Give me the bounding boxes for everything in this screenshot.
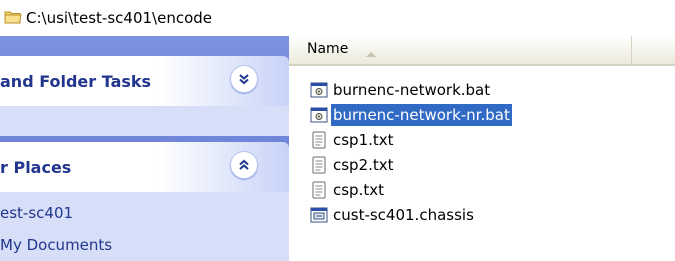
collapse-places-button[interactable] (230, 151, 258, 179)
name-column-label: Name (307, 41, 349, 57)
double-chevron-down-icon (239, 74, 249, 85)
file-name[interactable]: burnenc-network-nr.bat (331, 104, 512, 126)
address-path[interactable]: C:\usi\test-sc401\encode (26, 8, 212, 28)
place-link-my-documents[interactable]: My Documents (0, 236, 112, 254)
file-name[interactable]: csp2.txt (331, 154, 396, 176)
file-row[interactable]: csp2.txt (310, 154, 396, 176)
next-column-header[interactable] (632, 36, 675, 64)
file-row[interactable]: burnenc-network.bat (310, 79, 492, 101)
text-file-icon (310, 131, 328, 149)
batch-file-icon (310, 106, 328, 124)
sort-ascending-icon (365, 46, 377, 62)
address-bar[interactable]: C:\usi\test-sc401\encode (0, 0, 675, 36)
expand-tasks-button[interactable] (230, 65, 258, 93)
text-file-icon (310, 156, 328, 174)
other-places-body: est-sc401 My Documents (0, 192, 289, 261)
file-list: Name burnenc-network.bat burnenc-network… (289, 36, 675, 261)
file-row[interactable]: csp.txt (310, 179, 386, 201)
file-row[interactable]: cust-sc401.chassis (310, 204, 476, 226)
double-chevron-up-icon (239, 159, 249, 170)
file-name[interactable]: burnenc-network.bat (331, 79, 492, 101)
batch-file-icon (310, 81, 328, 99)
other-places-title: r Places (0, 158, 72, 177)
task-pane: and Folder Tasks r Places est-sc401 My D… (0, 36, 289, 261)
file-folder-tasks-header[interactable]: and Folder Tasks (0, 56, 289, 106)
column-header-bar: Name (289, 36, 675, 66)
folder-icon (4, 9, 22, 25)
file-name[interactable]: cust-sc401.chassis (331, 204, 476, 226)
file-row[interactable]: csp1.txt (310, 129, 396, 151)
name-column-header[interactable]: Name (289, 36, 632, 64)
text-file-icon (310, 181, 328, 199)
generic-file-icon (310, 206, 328, 224)
other-places-header[interactable]: r Places (0, 142, 289, 192)
file-name[interactable]: csp.txt (331, 179, 386, 201)
file-name[interactable]: csp1.txt (331, 129, 396, 151)
file-folder-tasks-title: and Folder Tasks (0, 72, 152, 91)
file-row-selected[interactable]: burnenc-network-nr.bat (310, 104, 512, 126)
place-link-test-sc401[interactable]: est-sc401 (0, 204, 73, 222)
file-folder-tasks-body (0, 106, 289, 136)
